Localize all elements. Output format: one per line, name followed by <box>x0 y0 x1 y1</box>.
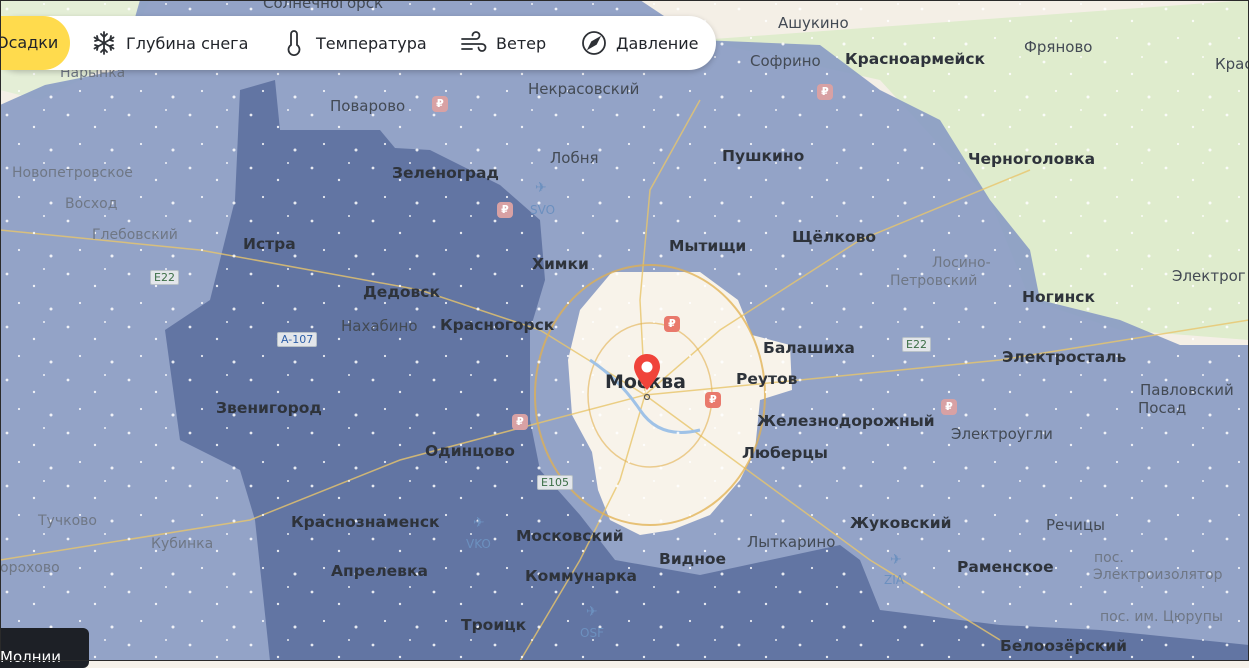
map-label-shchyolkovo: Щёлково <box>792 228 877 246</box>
airport-label-svo: SVO <box>530 203 556 217</box>
bank-icon[interactable]: ₽ <box>432 96 448 112</box>
location-pin-icon[interactable] <box>632 352 662 400</box>
airport-icon-svo: ✈ <box>535 180 547 196</box>
map-label-tuchkovo: Тучково <box>38 513 97 529</box>
lightning-layer-label: Молнии <box>0 648 62 666</box>
map-label-aprelevka: Апрелевка <box>331 562 428 580</box>
highway-shield: E22 <box>902 337 931 352</box>
tab-precipitation-label[interactable]: Осадки <box>0 16 58 70</box>
bank-icon[interactable]: ₽ <box>705 392 721 408</box>
map-label-moskovsky: Московский <box>516 527 624 545</box>
map-label-lyubertsy: Люберцы <box>742 444 828 462</box>
map-label-fryanovo: Фряново <box>1024 38 1093 56</box>
airport-label-osf: OSF <box>580 626 604 640</box>
tab-wind-label: Ветер <box>496 33 547 53</box>
map-label-elektrogorsk: Электрог <box>1172 267 1246 285</box>
tab-temperature-label: Температура <box>316 33 427 53</box>
highway-shield: E105 <box>537 475 573 490</box>
map-label-pos-tsyurupy: пос. им. Цюрупы <box>1100 609 1223 625</box>
map-label-odintsovo: Одинцово <box>425 442 515 460</box>
map-label-krasnoarmeysk: Красноармейск <box>845 50 986 68</box>
map-label-krasnogorsk: Красногорск <box>440 316 555 334</box>
tab-pressure-label: Давление <box>616 33 699 53</box>
map-label-dedovsk: Дедовск <box>363 283 441 301</box>
highway-shield: E22 <box>150 270 179 285</box>
tab-snow-depth-label: Глубина снега <box>126 33 249 53</box>
tab-snow-depth[interactable]: Глубина снега <box>90 16 248 70</box>
map-label-voskhod: Восход <box>65 196 118 212</box>
map-label-balashikha: Балашиха <box>763 339 855 357</box>
map-label-nekrasovsky: Некрасовский <box>528 80 640 98</box>
map-label-reutov: Реутов <box>736 370 798 388</box>
map-label-ashukino: Ашукино <box>778 14 849 32</box>
bank-icon[interactable]: ₽ <box>497 202 513 218</box>
pressure-icon <box>580 29 608 57</box>
map-label-ramenskoe: Раменское <box>957 558 1054 576</box>
map-label-khimki: Химки <box>532 255 589 273</box>
map-label-pavlovsky2: Посад <box>1138 399 1187 417</box>
lightning-layer-button[interactable]: Молнии <box>0 628 89 668</box>
map-label-lytkarino: Лыткарино <box>747 533 836 551</box>
map-label-noginsk: Ногинск <box>1022 288 1095 306</box>
map-label-solnechnogorsk: Солнечногорск <box>263 0 384 12</box>
map-label-losino2: Петровский <box>890 273 978 289</box>
map-label-zvenigorod: Звенигород <box>216 399 322 417</box>
map-label-zhukovsky: Жуковский <box>850 514 952 532</box>
map-label-glebovsky: Глебовский <box>92 227 178 243</box>
map-label-kommunarka: Коммунарка <box>525 567 638 585</box>
weather-map[interactable] <box>0 0 1249 661</box>
map-label-kubinka: Кубинка <box>151 536 214 552</box>
map-label-kras: Крас <box>1215 55 1249 73</box>
map-label-sofrino: Софрино <box>750 52 821 70</box>
map-label-lobnya: Лобня <box>550 149 599 167</box>
map-label-chernogolovka: Черноголовка <box>968 150 1096 168</box>
airport-icon-zia: ✈ <box>890 552 902 568</box>
map-label-pushkino: Пушкино <box>722 147 805 165</box>
airport-label-vko: VKO <box>466 537 491 551</box>
map-label-pavlovsky1: Павловский <box>1140 381 1234 399</box>
tab-temperature[interactable]: Температура <box>280 16 427 70</box>
map-label-losino1: Лосино- <box>932 255 991 271</box>
map-label-dorokhovo: орохово <box>0 560 60 576</box>
map-label-zheleznodorozhny: Железнодорожный <box>757 412 935 430</box>
map-label-nakhabino: Нахабино <box>341 317 418 335</box>
map-label-zelenograd: Зеленоград <box>392 164 499 182</box>
bank-icon[interactable]: ₽ <box>512 414 528 430</box>
tab-wind[interactable]: Ветер <box>460 16 546 70</box>
map-label-povarovo: Поварово <box>330 97 406 115</box>
bank-icon[interactable]: ₽ <box>664 316 680 332</box>
map-label-elektrostal: Электросталь <box>1002 348 1127 366</box>
airport-icon-osf: ✈ <box>586 604 598 620</box>
map-label-pos2: Электроизолятор <box>1093 567 1223 583</box>
map-label-pos1: пос. <box>1094 550 1124 566</box>
map-label-krasnoznamensk: Краснознаменск <box>291 513 440 531</box>
thermometer-icon <box>280 29 308 57</box>
map-label-istra: Истра <box>243 235 296 253</box>
map-label-rechitsy: Речицы <box>1046 516 1105 534</box>
map-label-mytishchi: Мытищи <box>669 237 747 255</box>
tab-pressure[interactable]: Давление <box>580 16 699 70</box>
map-label-troitsk: Троицк <box>461 616 527 634</box>
map-label-beloozersky: Белоозёрский <box>1000 637 1128 655</box>
map-label-vidnoe: Видное <box>659 550 727 568</box>
airport-label-zia: ZIA <box>884 573 904 587</box>
map-label-novopetrovskoe: Новопетровское <box>12 165 133 181</box>
bank-icon[interactable]: ₽ <box>941 399 957 415</box>
wind-icon <box>460 29 488 57</box>
bank-icon[interactable]: ₽ <box>817 84 833 100</box>
map-label-elektrougli: Электроугли <box>951 425 1053 443</box>
highway-shield: A-107 <box>277 332 318 347</box>
snowflake-icon <box>90 29 118 57</box>
airport-icon-vko: ✈ <box>473 515 485 531</box>
